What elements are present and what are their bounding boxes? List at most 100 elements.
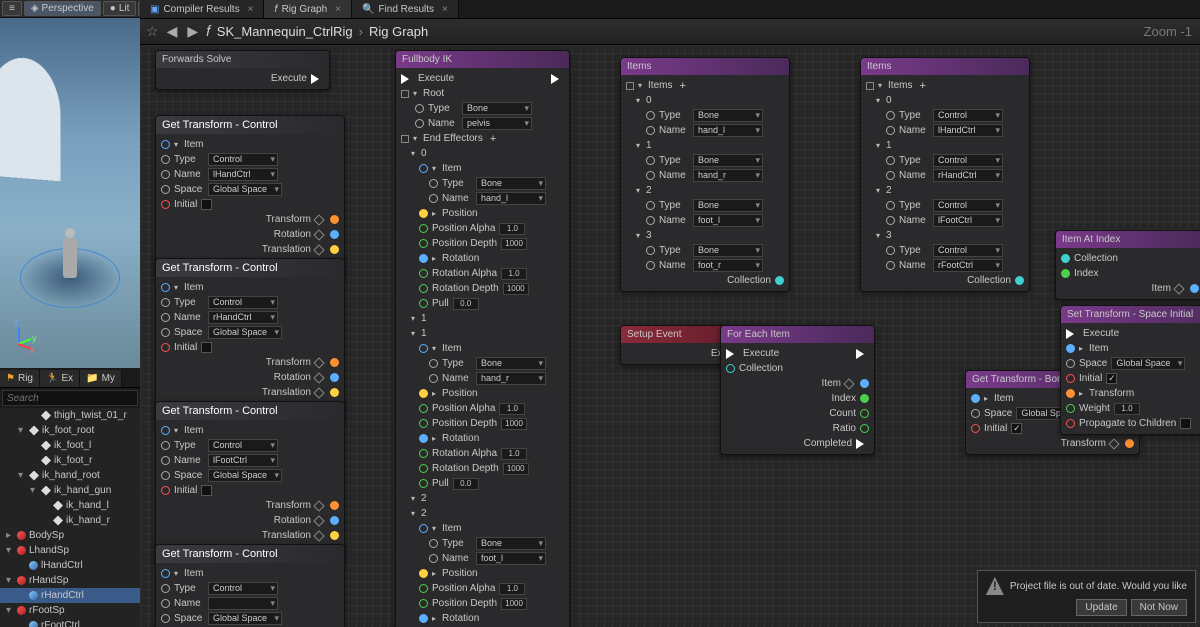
pin-initial[interactable]	[971, 424, 980, 433]
pin-initial[interactable]	[1066, 374, 1075, 383]
space-dropdown[interactable]: Global Space	[208, 612, 282, 625]
type-dropdown[interactable]: Control	[208, 153, 278, 166]
pin-position[interactable]	[419, 209, 428, 218]
initial-checkbox[interactable]: ✓	[1106, 373, 1117, 384]
pin-translation-out[interactable]	[330, 245, 339, 254]
update-button[interactable]: Update	[1076, 599, 1126, 616]
breadcrumb-asset[interactable]: SK_Mannequin_CtrlRig	[217, 24, 353, 39]
hierarchy-tree[interactable]: thigh_twist_01_r▾ik_foot_rootik_foot_lik…	[0, 408, 140, 627]
add-item-button[interactable]: +	[679, 80, 685, 92]
pin-weight[interactable]	[1066, 404, 1075, 413]
node-get-transform-control[interactable]: Get Transform - Control▾Item TypeControl…	[155, 258, 345, 419]
pin-propagate[interactable]	[1066, 419, 1075, 428]
pin-space[interactable]	[161, 328, 170, 337]
tab-rig-graph[interactable]: 𝑓Rig Graph×	[264, 0, 352, 18]
ex-tab[interactable]: 🏃Ex	[40, 370, 80, 387]
exec-out-pin[interactable]	[311, 74, 324, 84]
pin-collection[interactable]	[726, 364, 735, 373]
pin-type[interactable]	[161, 298, 170, 307]
pin-transform[interactable]	[1066, 389, 1075, 398]
pin-position[interactable]	[419, 389, 428, 398]
node-items-controls[interactable]: Items ▾Items+▾0 TypeControl NamelHandCtr…	[860, 57, 1030, 292]
pin-space[interactable]	[161, 471, 170, 480]
type-dropdown[interactable]: Control	[208, 439, 278, 452]
tree-item-ik_hand_l[interactable]: ik_hand_l	[0, 498, 140, 513]
pin-item[interactable]	[161, 140, 170, 149]
pin-initial[interactable]	[161, 343, 170, 352]
tree-item-thigh_twist_01_r[interactable]: thigh_twist_01_r	[0, 408, 140, 423]
pin-type[interactable]	[161, 155, 170, 164]
pin-space[interactable]	[971, 409, 980, 418]
rig-hierarchy-tab[interactable]: ⚑Rig	[0, 370, 40, 387]
tree-item-ik_hand_gun[interactable]: ▾ik_hand_gun	[0, 483, 140, 498]
pin-position[interactable]	[419, 569, 428, 578]
initial-checkbox[interactable]	[201, 199, 212, 210]
pin-item[interactable]	[161, 426, 170, 435]
tree-item-BodySp[interactable]: ▸BodySp	[0, 528, 140, 543]
pin-count-out[interactable]	[860, 409, 869, 418]
pin-type[interactable]	[161, 441, 170, 450]
tree-item-rFootSp[interactable]: ▾rFootSp	[0, 603, 140, 618]
pin-rotation-out[interactable]	[330, 516, 339, 525]
pin-translation-out[interactable]	[330, 531, 339, 540]
pin-name[interactable]	[161, 599, 170, 608]
tree-item-rHandSp[interactable]: ▾rHandSp	[0, 573, 140, 588]
initial-checkbox[interactable]	[201, 485, 212, 496]
pin-item[interactable]	[971, 394, 980, 403]
pin-item-out[interactable]	[1190, 284, 1199, 293]
pin-name[interactable]	[161, 170, 170, 179]
pin-transform-out[interactable]	[1125, 439, 1134, 448]
close-icon[interactable]: ×	[248, 4, 254, 15]
tree-item-ik_foot_l[interactable]: ik_foot_l	[0, 438, 140, 453]
space-dropdown[interactable]: Global Space	[1111, 357, 1185, 370]
exec-out-pin[interactable]	[551, 74, 564, 84]
space-dropdown[interactable]: Global Space	[208, 469, 282, 482]
tree-item-ik_hand_root[interactable]: ▾ik_hand_root	[0, 468, 140, 483]
propagate-checkbox[interactable]	[1180, 418, 1191, 429]
not-now-button[interactable]: Not Now	[1131, 599, 1187, 616]
pin-name[interactable]	[161, 456, 170, 465]
name-dropdown[interactable]	[208, 597, 278, 610]
pin-rotation[interactable]	[419, 434, 428, 443]
node-forwards-solve[interactable]: Forwards Solve Execute	[155, 50, 330, 90]
exec-in-pin[interactable]	[401, 74, 414, 84]
viewport-3d[interactable]: zyx	[0, 18, 140, 368]
name-dropdown[interactable]: rHandCtrl	[208, 311, 278, 324]
tree-item-rFootCtrl[interactable]: rFootCtrl	[0, 618, 140, 627]
initial-checkbox[interactable]: ✓	[1011, 423, 1022, 434]
my-tab[interactable]: 📁My	[80, 370, 122, 387]
pin-type[interactable]	[161, 584, 170, 593]
node-for-each-item[interactable]: For Each Item Execute Collection Item In…	[720, 325, 875, 455]
pin-item[interactable]	[1066, 344, 1075, 353]
tree-item-lHandCtrl[interactable]: lHandCtrl	[0, 558, 140, 573]
exec-in-pin[interactable]	[1066, 329, 1079, 339]
initial-checkbox[interactable]	[201, 342, 212, 353]
pin-transform-out[interactable]	[330, 501, 339, 510]
node-items-bones[interactable]: Items ▾Items+▾0 TypeBone Namehand_l▾1 Ty…	[620, 57, 790, 292]
pin-space[interactable]	[161, 614, 170, 623]
tree-item-LhandSp[interactable]: ▾LhandSp	[0, 543, 140, 558]
pin-transform-out[interactable]	[330, 215, 339, 224]
pin-initial[interactable]	[161, 486, 170, 495]
weight-value[interactable]: 1.0	[1114, 403, 1140, 415]
name-dropdown[interactable]: lHandCtrl	[208, 168, 278, 181]
tree-item-ik_foot_r[interactable]: ik_foot_r	[0, 453, 140, 468]
name-dropdown[interactable]: lFootCtrl	[208, 454, 278, 467]
node-graph-canvas[interactable]: Forwards Solve Execute Get Transform - C…	[140, 45, 1200, 627]
perspective-button[interactable]: ◈ Perspective	[24, 1, 101, 16]
pin-index[interactable]	[1061, 269, 1070, 278]
tree-item-ik_hand_r[interactable]: ik_hand_r	[0, 513, 140, 528]
pin-collection[interactable]	[1061, 254, 1070, 263]
pin-collection-out[interactable]	[1015, 276, 1024, 285]
pin-initial[interactable]	[161, 200, 170, 209]
close-icon[interactable]: ×	[335, 4, 341, 15]
tab-find-results[interactable]: 🔍Find Results×	[352, 0, 459, 18]
pin-rotation-out[interactable]	[330, 373, 339, 382]
viewport-menu-button[interactable]: ≡	[2, 1, 22, 16]
space-dropdown[interactable]: Global Space	[208, 183, 282, 196]
node-get-transform-control[interactable]: Get Transform - Control▾Item TypeControl…	[155, 401, 345, 562]
pin-space[interactable]	[1066, 359, 1075, 368]
pin-item[interactable]	[161, 569, 170, 578]
pin-rotation-out[interactable]	[330, 230, 339, 239]
add-item-button[interactable]: +	[919, 80, 925, 92]
